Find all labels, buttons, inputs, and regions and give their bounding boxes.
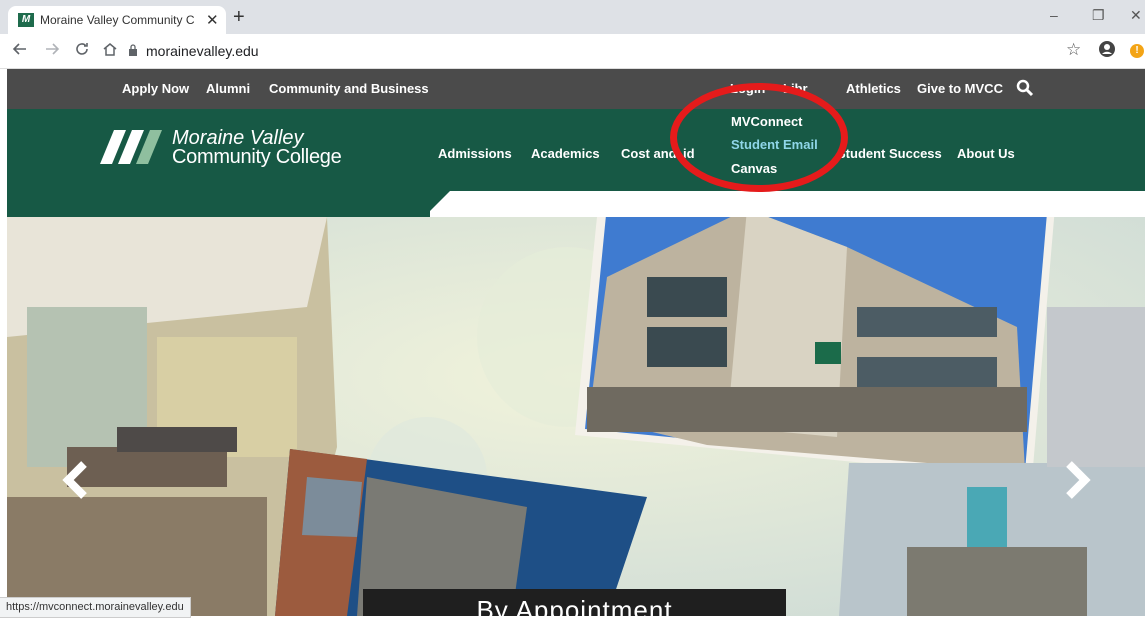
reload-icon [76, 43, 88, 55]
community-business-link[interactable]: Community and Business [269, 81, 429, 96]
star-icon[interactable]: ☆ [1066, 40, 1081, 60]
nav-student-success[interactable]: Student Success [837, 146, 942, 161]
new-tab-button[interactable]: + [233, 6, 245, 29]
apply-now-link[interactable]: Apply Now [122, 81, 189, 96]
minimize-button[interactable]: – [1050, 7, 1058, 23]
highlight-annotation [670, 83, 848, 192]
nav-cost-and-aid[interactable]: Cost and [621, 146, 677, 161]
home-button[interactable] [102, 41, 118, 62]
address-bar-row: morainevalley.edu ☆ ! [0, 34, 1145, 69]
search-icon[interactable] [1016, 79, 1034, 97]
logo-line-2: Community College [172, 146, 342, 168]
home-icon [103, 43, 117, 56]
status-bar-url: https://mvconnect.morainevalley.edu [0, 597, 191, 618]
hero-caption: By Appointment [363, 589, 786, 616]
forward-button[interactable] [44, 41, 60, 62]
utility-nav: Apply Now Alumni Community and Business … [7, 69, 1145, 109]
browser-tab[interactable]: M Moraine Valley Community Colle ✕ [8, 6, 226, 34]
arrow-left-icon [12, 43, 26, 55]
reload-button[interactable] [74, 41, 90, 62]
hero-carousel [7, 217, 1145, 616]
tab-title: Moraine Valley Community Colle [40, 13, 195, 27]
site-favicon-icon: M [18, 13, 34, 27]
tab-close-button[interactable]: ✕ [206, 11, 219, 29]
nav-slant [424, 191, 450, 217]
hero-caption-text: By Appointment [476, 595, 673, 616]
extension-icon[interactable]: ! [1130, 44, 1144, 58]
profile-icon[interactable] [1098, 40, 1116, 63]
browser-tab-bar: M Moraine Valley Community Colle ✕ + – ❐… [0, 0, 1145, 34]
nav-about-us[interactable]: About Us [957, 146, 1015, 161]
alumni-link[interactable]: Alumni [206, 81, 250, 96]
nav-tab-extension [7, 191, 430, 217]
close-window-button[interactable]: ✕ [1130, 7, 1142, 24]
nav-academics[interactable]: Academics [531, 146, 600, 161]
athletics-link[interactable]: Athletics [846, 81, 901, 96]
give-to-mvcc-link[interactable]: Give to MVCC [917, 81, 1003, 96]
college-logo[interactable]: Moraine Valley Community College [100, 127, 342, 170]
nav-admissions[interactable]: Admissions [438, 146, 512, 161]
carousel-next-icon[interactable] [1055, 460, 1095, 500]
url-field[interactable]: morainevalley.edu [146, 43, 259, 59]
logo-mark-icon [100, 130, 162, 164]
restore-button[interactable]: ❐ [1092, 7, 1105, 24]
hero-collage [7, 217, 1145, 616]
carousel-prev-icon[interactable] [58, 460, 98, 500]
lock-icon [129, 44, 137, 56]
arrow-right-icon [46, 43, 60, 55]
back-button[interactable] [12, 41, 28, 62]
